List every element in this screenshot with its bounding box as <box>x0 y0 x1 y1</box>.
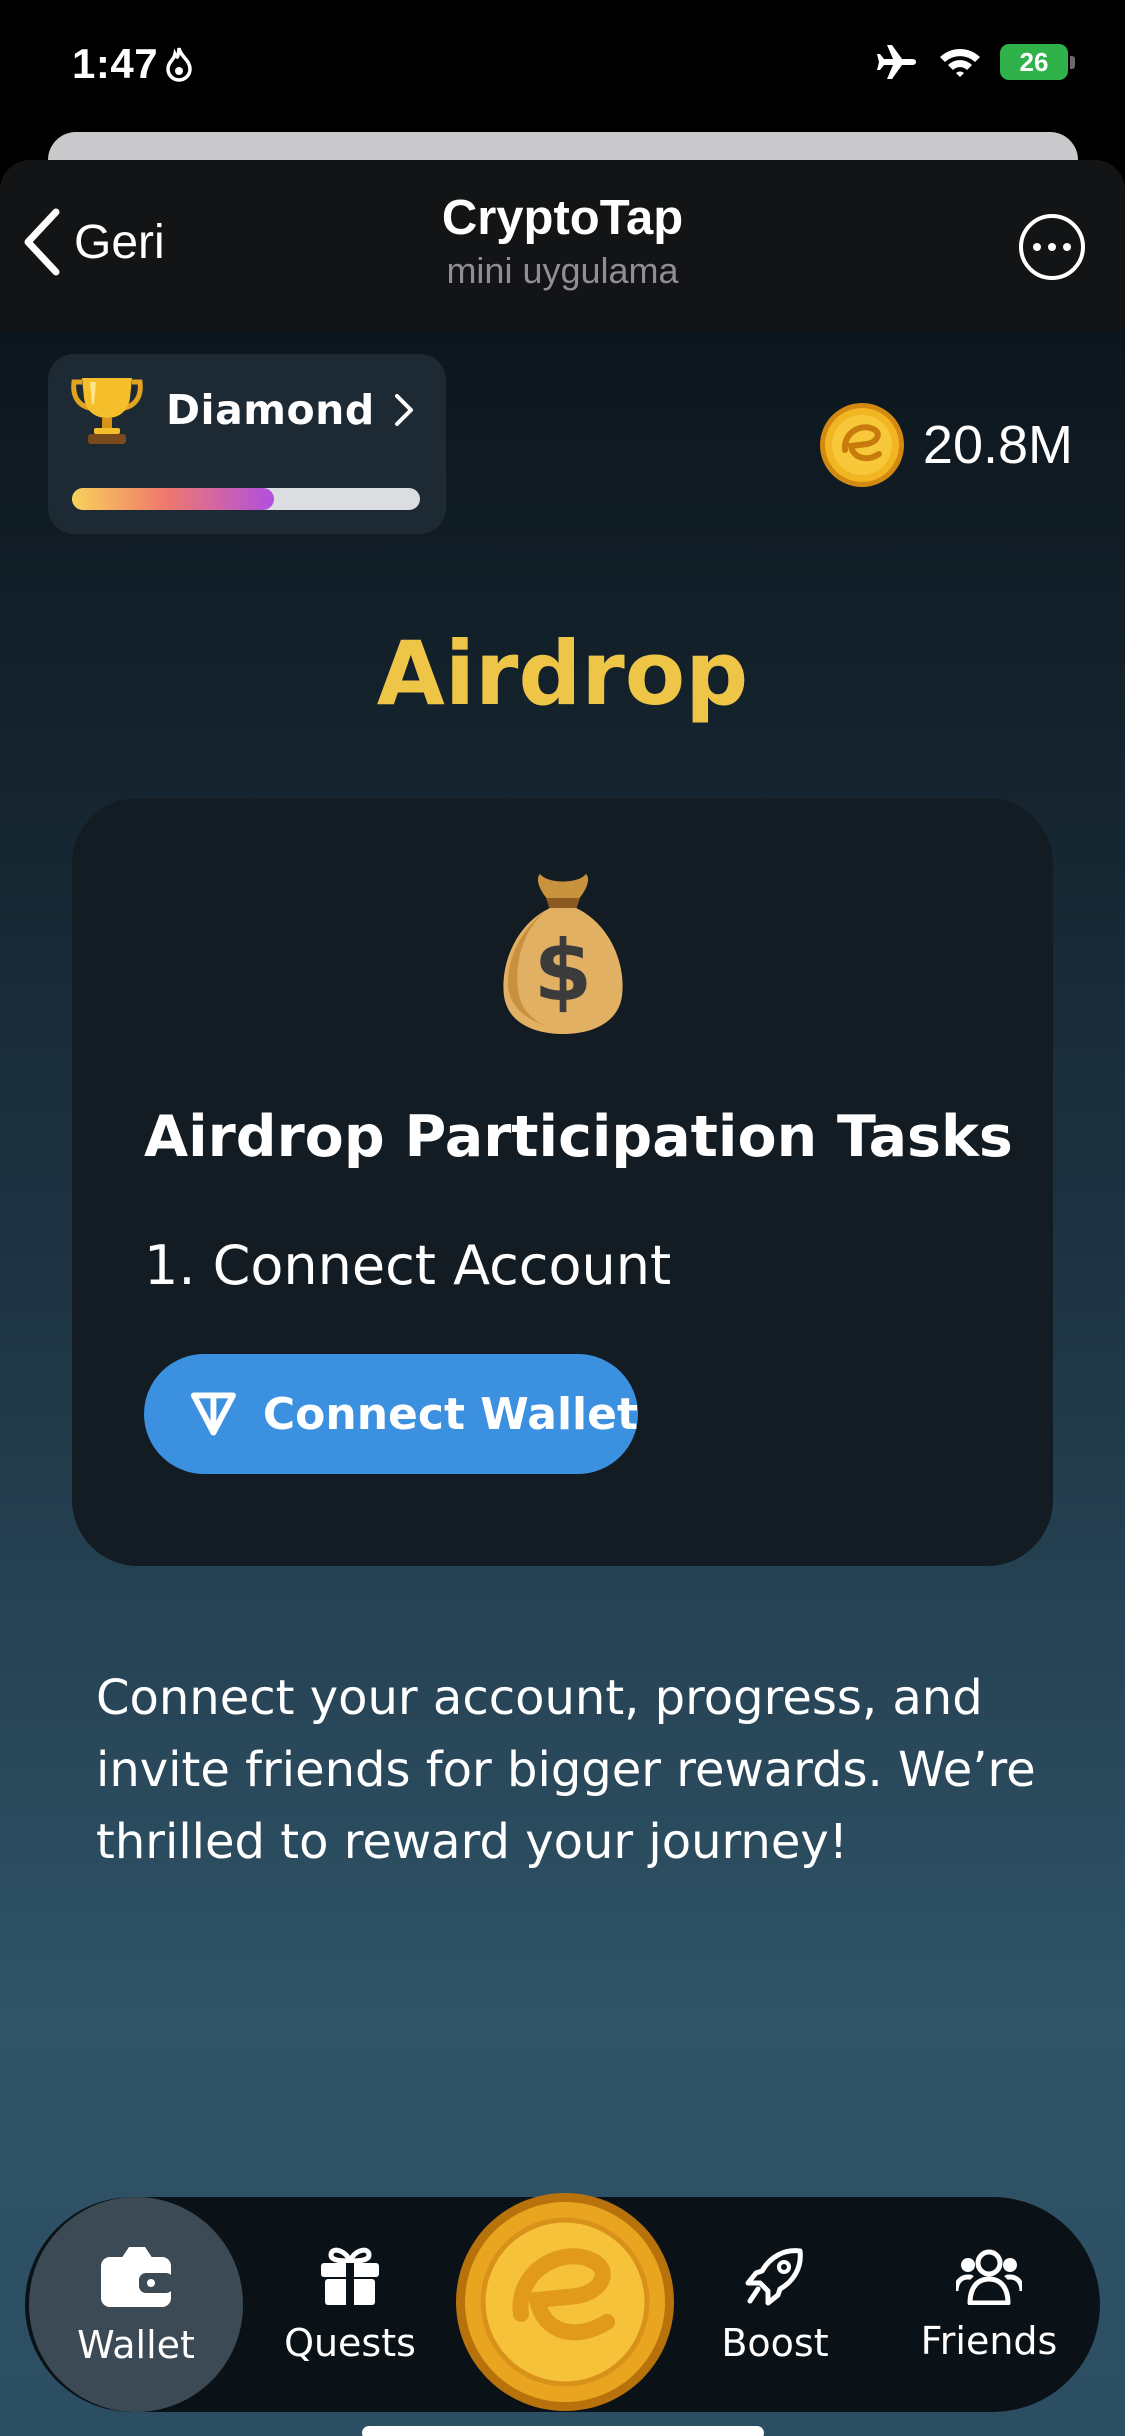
rank-card[interactable]: Diamond <box>48 354 446 534</box>
page-title: Airdrop <box>376 622 749 725</box>
home-indicator <box>362 2426 764 2436</box>
trophy-icon <box>71 378 143 444</box>
nav-item-friends[interactable]: Friends <box>882 2197 1096 2412</box>
nav-label-wallet: Wallet <box>77 2322 195 2367</box>
airdrop-task-card: $ Airdrop Participation Tasks 1. Connect… <box>72 798 1053 1566</box>
rank-progress-bar <box>72 488 420 510</box>
battery-level: 26 <box>1000 44 1068 80</box>
status-time: 1:47 <box>72 40 194 88</box>
nav-label-friends: Friends <box>920 2318 1058 2363</box>
status-icons: 26 <box>876 42 1075 82</box>
battery-cap <box>1070 55 1075 69</box>
tap-coin-button[interactable] <box>455 2192 675 2412</box>
time-label: 1:47 <box>72 40 159 87</box>
rank-progress-fill <box>72 488 274 510</box>
ton-logo-icon <box>190 1392 236 1436</box>
app-title: CryptoTap <box>441 191 684 245</box>
status-bar: 1:47 26 <box>0 0 1125 135</box>
svg-text:$: $ <box>533 922 591 1020</box>
nav-label-boost: Boost <box>721 2320 829 2365</box>
connect-wallet-label: Connect Wallet <box>262 1388 638 1440</box>
app-content: Diamond 20.8M Airdrop $ Airdrop Particip… <box>0 332 1125 2436</box>
gift-icon <box>321 2247 379 2305</box>
more-dot <box>1063 243 1071 251</box>
balance-display: 20.8M <box>819 402 1073 488</box>
header-title-group: CryptoTap mini uygulama <box>0 190 1125 292</box>
nav-item-quests[interactable]: Quests <box>243 2197 457 2412</box>
connect-wallet-button[interactable]: Connect Wallet <box>144 1354 638 1474</box>
more-dot <box>1033 243 1041 251</box>
nav-item-wallet[interactable]: Wallet <box>29 2197 243 2412</box>
description-text: Connect your account, progress, and invi… <box>96 1670 1036 1870</box>
app-subtitle: mini uygulama <box>446 250 679 291</box>
focus-flame-icon <box>166 47 192 82</box>
mini-app-header: Geri CryptoTap mini uygulama <box>0 160 1125 332</box>
airplane-mode-icon <box>877 45 916 79</box>
task-step-label: 1. Connect Account <box>144 1234 672 1297</box>
friends-icon <box>956 2249 1022 2305</box>
chevron-right-icon <box>394 394 413 426</box>
more-dot <box>1048 243 1056 251</box>
money-bag-icon: $ <box>72 868 1053 1038</box>
nav-item-boost[interactable]: Boost <box>668 2197 882 2412</box>
bottom-nav: Wallet Quests Boost Friends <box>25 2193 1100 2412</box>
coin-icon <box>819 403 904 487</box>
task-heading: Airdrop Participation Tasks <box>144 1104 1013 1170</box>
nav-label-quests: Quests <box>284 2320 416 2365</box>
battery-indicator: 26 <box>1000 44 1075 80</box>
wallet-icon <box>101 2246 173 2307</box>
more-options-button[interactable] <box>1019 214 1085 280</box>
rank-name: Diamond <box>166 386 375 434</box>
rocket-icon <box>745 2247 803 2305</box>
rank-row: Diamond <box>70 374 415 446</box>
wifi-icon <box>940 49 980 77</box>
balance-value: 20.8M <box>922 415 1073 475</box>
